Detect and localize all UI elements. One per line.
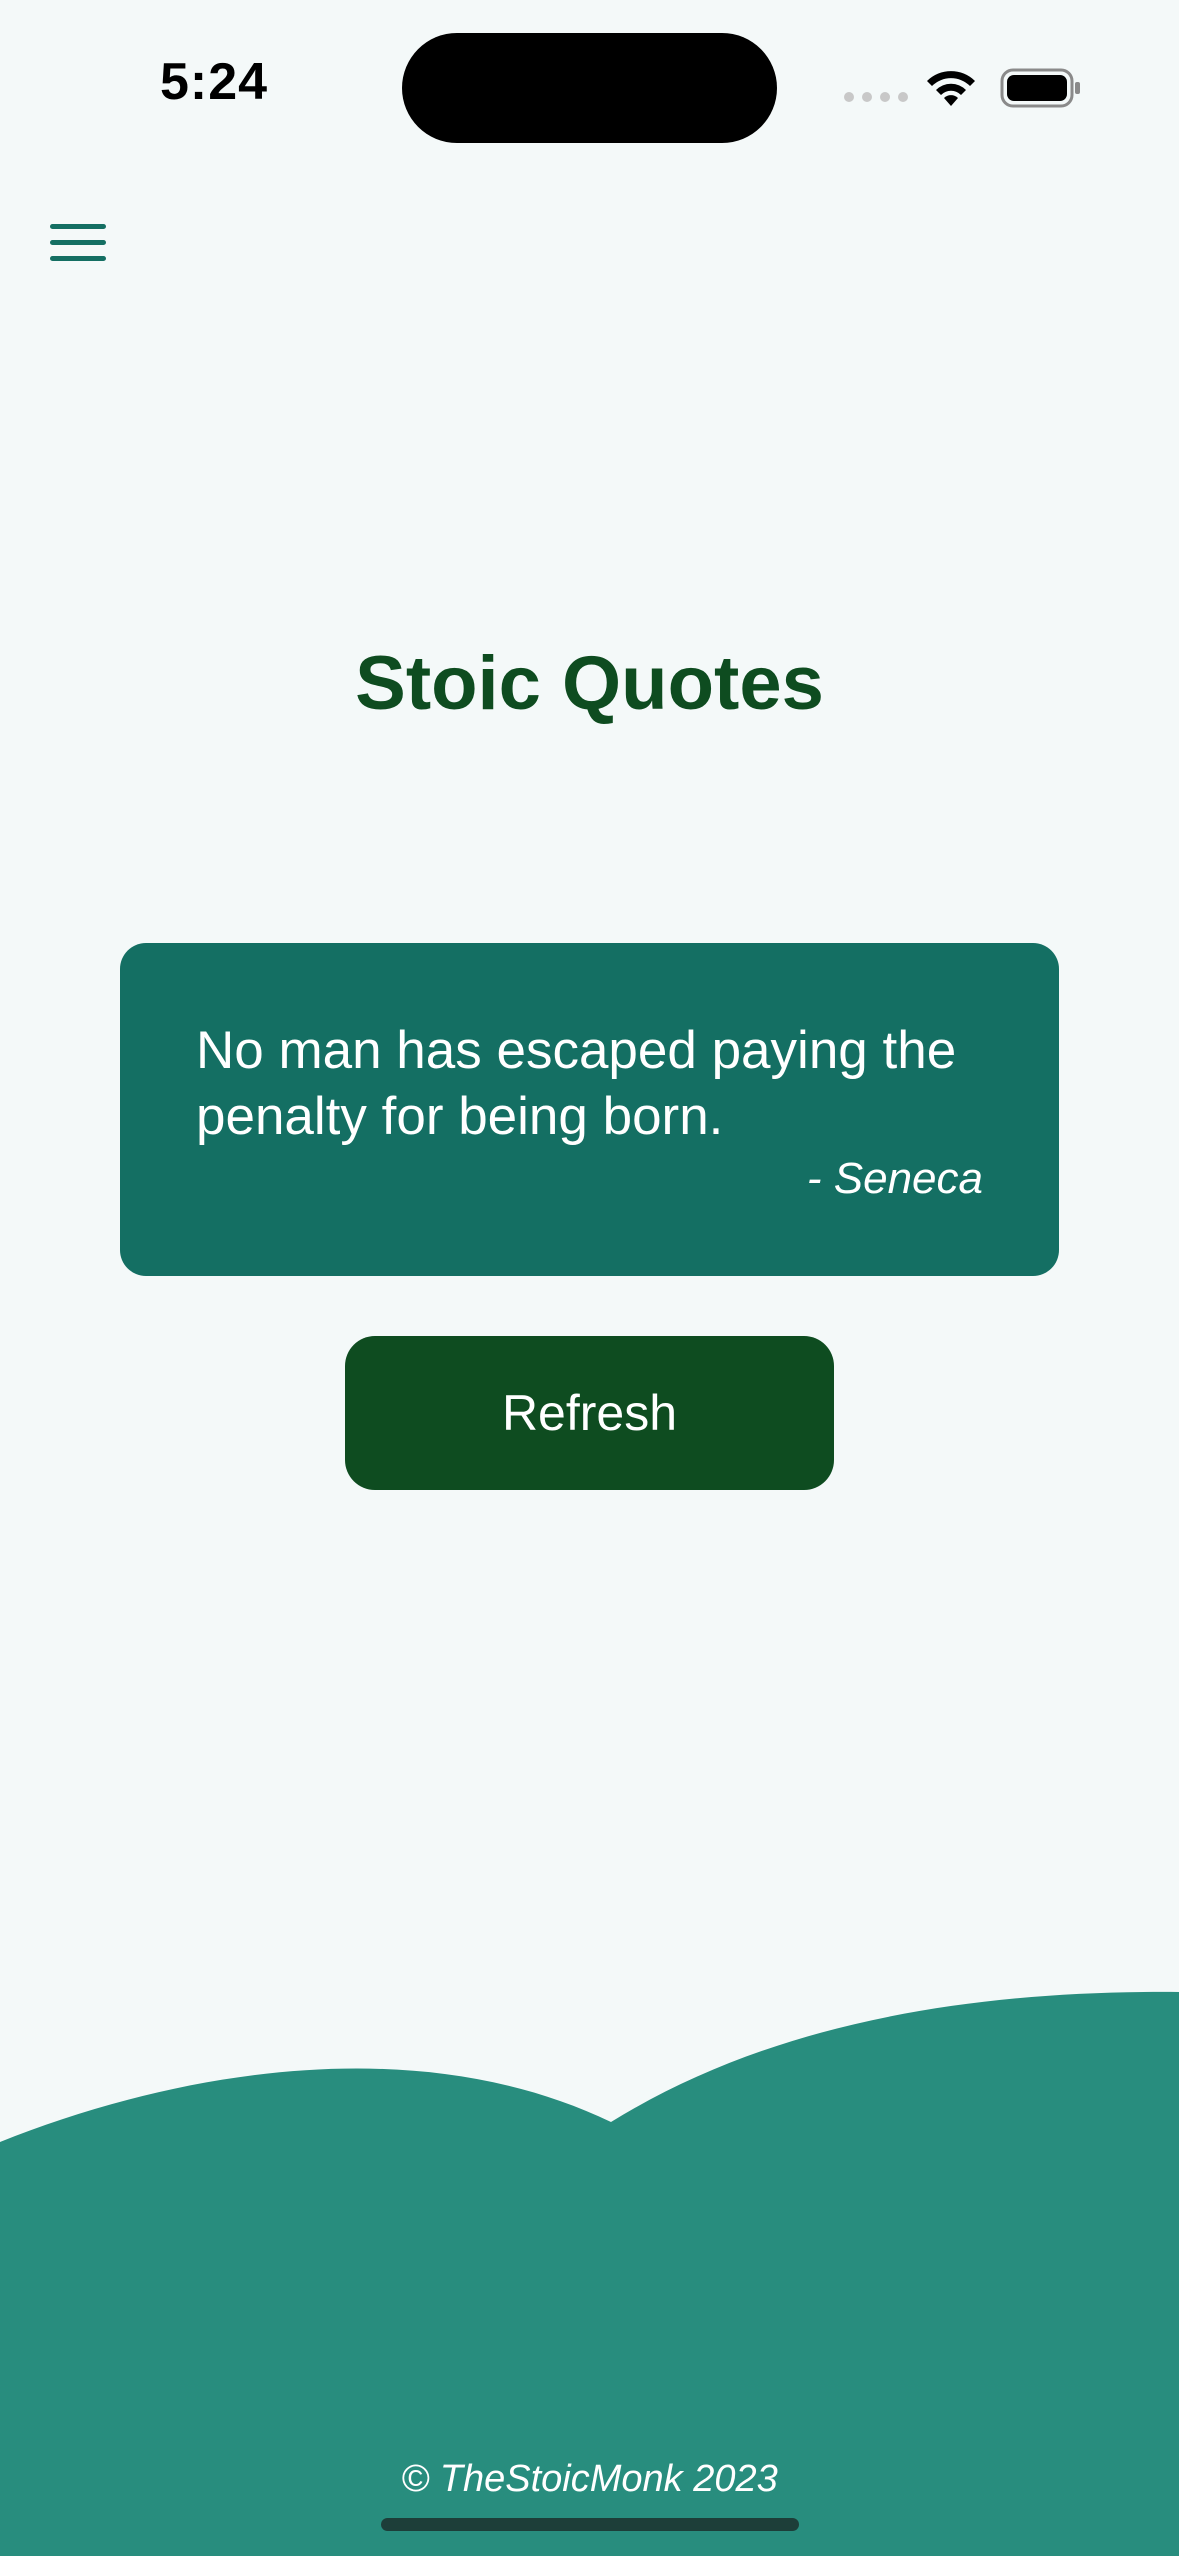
status-time: 5:24 xyxy=(160,53,269,111)
quote-author: - Seneca xyxy=(806,1154,983,1203)
quote-card: No man has escaped paying the penalty fo… xyxy=(120,943,1059,1276)
cellular-signal-icon xyxy=(844,92,908,102)
dynamic-island xyxy=(402,33,777,143)
battery-icon xyxy=(1000,68,1080,108)
refresh-button[interactable]: Refresh xyxy=(345,1336,834,1490)
wifi-icon xyxy=(927,71,975,106)
hamburger-menu-icon[interactable] xyxy=(50,222,106,264)
home-indicator[interactable] xyxy=(381,2518,799,2531)
quote-text: No man has escaped paying the penalty fo… xyxy=(196,1021,957,1146)
page-title: Stoic Quotes xyxy=(355,641,824,726)
footer-copyright: © TheStoicMonk 2023 xyxy=(401,2458,778,2500)
